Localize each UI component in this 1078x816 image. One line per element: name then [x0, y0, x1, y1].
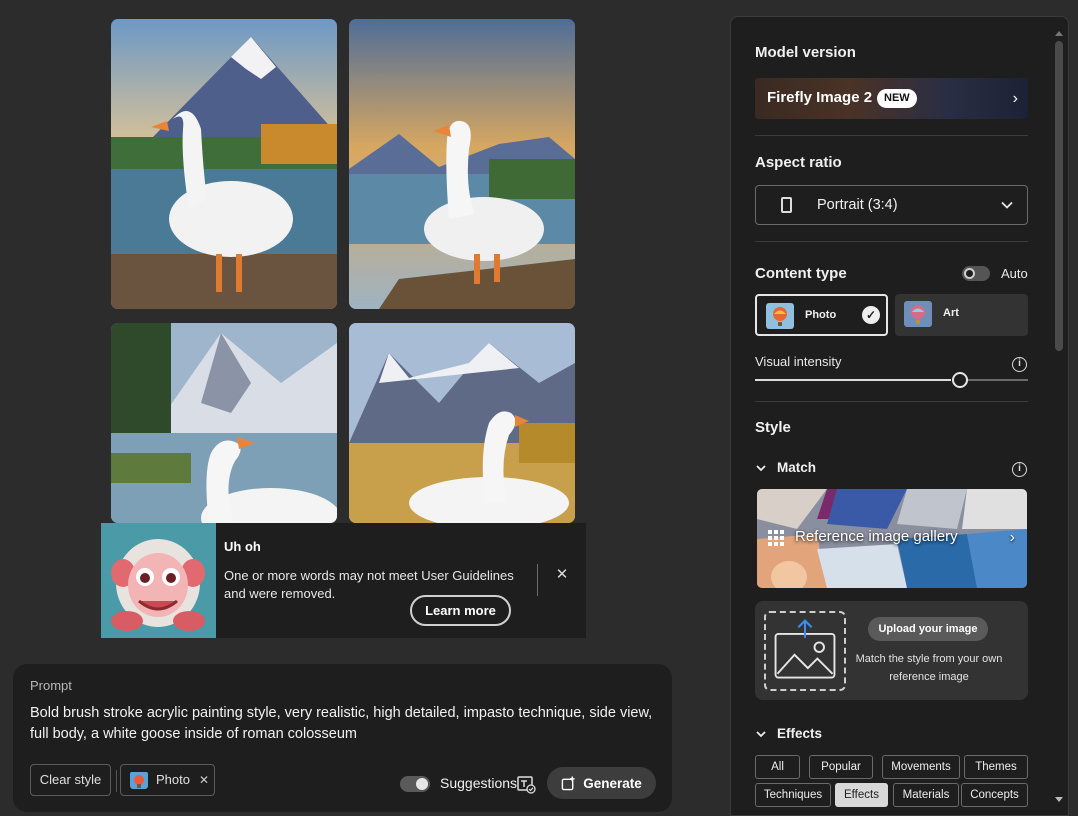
generate-icon: [561, 775, 575, 790]
toast-divider: [537, 564, 538, 596]
scrollbar-thumb[interactable]: [1055, 41, 1063, 351]
slider-track-filled: [755, 379, 951, 381]
content-type-title: Content type: [755, 265, 847, 282]
prompt-panel: Prompt Bold brush stroke acrylic paintin…: [13, 664, 672, 812]
upload-dropzone[interactable]: [764, 611, 846, 691]
generated-image-3[interactable]: [111, 323, 337, 523]
style-title: Style: [755, 419, 791, 436]
toast-body: Uh oh One or more words may not meet Use…: [216, 523, 586, 638]
divider: [755, 241, 1028, 242]
effect-tab-themes[interactable]: Themes: [964, 755, 1028, 779]
model-name: Firefly Image 2: [767, 89, 873, 106]
effect-tab-all[interactable]: All: [755, 755, 800, 779]
firefly-app: Uh oh One or more words may not meet Use…: [0, 0, 1078, 816]
content-type-art[interactable]: Art: [895, 294, 1028, 336]
upload-reference-card: Upload your image Match the style from y…: [755, 601, 1028, 700]
suggestions-settings-icon[interactable]: [516, 774, 536, 794]
gallery-label: Reference image gallery: [795, 528, 958, 545]
slider-track-empty: [967, 379, 1028, 381]
close-icon[interactable]: ✕: [554, 567, 570, 583]
suggestions-label: Suggestions: [440, 775, 518, 791]
art-thumbnail-icon: [904, 301, 932, 327]
chevron-down-icon: [756, 464, 766, 471]
effect-tab-popular[interactable]: Popular: [809, 755, 873, 779]
chevron-right-icon: ›: [1012, 90, 1018, 107]
remove-chip-icon[interactable]: ✕: [199, 765, 209, 795]
photo-thumbnail-icon: [766, 303, 794, 329]
toggle-knob: [964, 268, 975, 279]
effect-tab-concepts[interactable]: Concepts: [961, 783, 1028, 807]
visual-intensity-label: Visual intensity: [755, 354, 842, 369]
content-type-label: Art: [943, 307, 959, 319]
settings-panel: Model version Firefly Image 2 NEW › Aspe…: [730, 16, 1069, 816]
match-section-toggle[interactable]: Match: [755, 460, 816, 475]
slider-thumb[interactable]: [952, 372, 968, 388]
style-chip-photo[interactable]: Photo ✕: [120, 764, 215, 796]
chevron-right-icon: ›: [1009, 529, 1015, 546]
aspect-ratio-dropdown[interactable]: Portrait (3:4): [755, 185, 1028, 225]
chevron-down-icon: [1001, 201, 1013, 209]
content-type-label: Photo: [805, 309, 837, 321]
new-badge: NEW: [877, 89, 917, 108]
info-icon[interactable]: i: [1012, 357, 1027, 372]
aspect-ratio-title: Aspect ratio: [755, 154, 842, 171]
auto-label: Auto: [1001, 266, 1028, 281]
portrait-icon: [781, 197, 792, 213]
style-chip-label: Photo: [156, 772, 190, 787]
scroll-down-arrow-icon[interactable]: [1055, 797, 1063, 802]
effect-tab-materials[interactable]: Materials: [893, 783, 959, 807]
match-label: Match: [777, 460, 817, 475]
generated-image-2[interactable]: [349, 19, 575, 309]
upload-description: Match the style from your own reference …: [855, 653, 1003, 683]
content-type-photo[interactable]: Photo ✓: [755, 294, 888, 336]
prompt-label: Prompt: [30, 678, 72, 693]
prompt-input[interactable]: Bold brush stroke acrylic painting style…: [30, 703, 660, 745]
model-version-title: Model version: [755, 44, 856, 61]
divider: [755, 135, 1028, 136]
effect-tab-effects[interactable]: Effects: [835, 783, 888, 807]
auto-toggle[interactable]: [962, 266, 990, 281]
generated-image-4[interactable]: [349, 323, 575, 523]
divider: [755, 401, 1028, 402]
generate-label: Generate: [583, 775, 642, 791]
effect-tab-movements[interactable]: Movements: [882, 755, 960, 779]
image-upload-icon: [774, 619, 836, 679]
photo-thumbnail-icon: [130, 771, 148, 789]
effect-tab-techniques[interactable]: Techniques: [755, 783, 831, 807]
panel-scrollbar[interactable]: [1052, 31, 1066, 815]
toast-title: Uh oh: [224, 539, 261, 554]
suggestions-toggle[interactable]: [400, 776, 430, 792]
generated-image-1[interactable]: [111, 19, 337, 309]
guideline-toast: Uh oh One or more words may not meet Use…: [101, 523, 586, 638]
upload-image-button[interactable]: Upload your image: [868, 617, 988, 641]
toggle-knob: [416, 778, 428, 790]
aspect-ratio-value: Portrait (3:4): [817, 197, 898, 213]
reference-gallery-card[interactable]: Reference image gallery ›: [757, 489, 1027, 588]
checkmark-icon: ✓: [862, 306, 880, 324]
visual-intensity-slider[interactable]: [755, 372, 1028, 388]
grid-icon: [768, 530, 784, 546]
effects-section-toggle[interactable]: Effects: [755, 726, 822, 741]
scroll-up-arrow-icon[interactable]: [1055, 31, 1063, 36]
effects-label: Effects: [777, 726, 823, 741]
chip-divider: [116, 770, 117, 792]
monkey-illustration: [101, 523, 216, 638]
model-version-card[interactable]: Firefly Image 2 NEW ›: [755, 78, 1028, 119]
chevron-down-icon: [756, 730, 766, 737]
generate-button[interactable]: Generate: [547, 767, 656, 799]
clear-style-button[interactable]: Clear style: [30, 764, 111, 796]
info-icon[interactable]: i: [1012, 462, 1027, 477]
learn-more-button[interactable]: Learn more: [410, 595, 511, 626]
